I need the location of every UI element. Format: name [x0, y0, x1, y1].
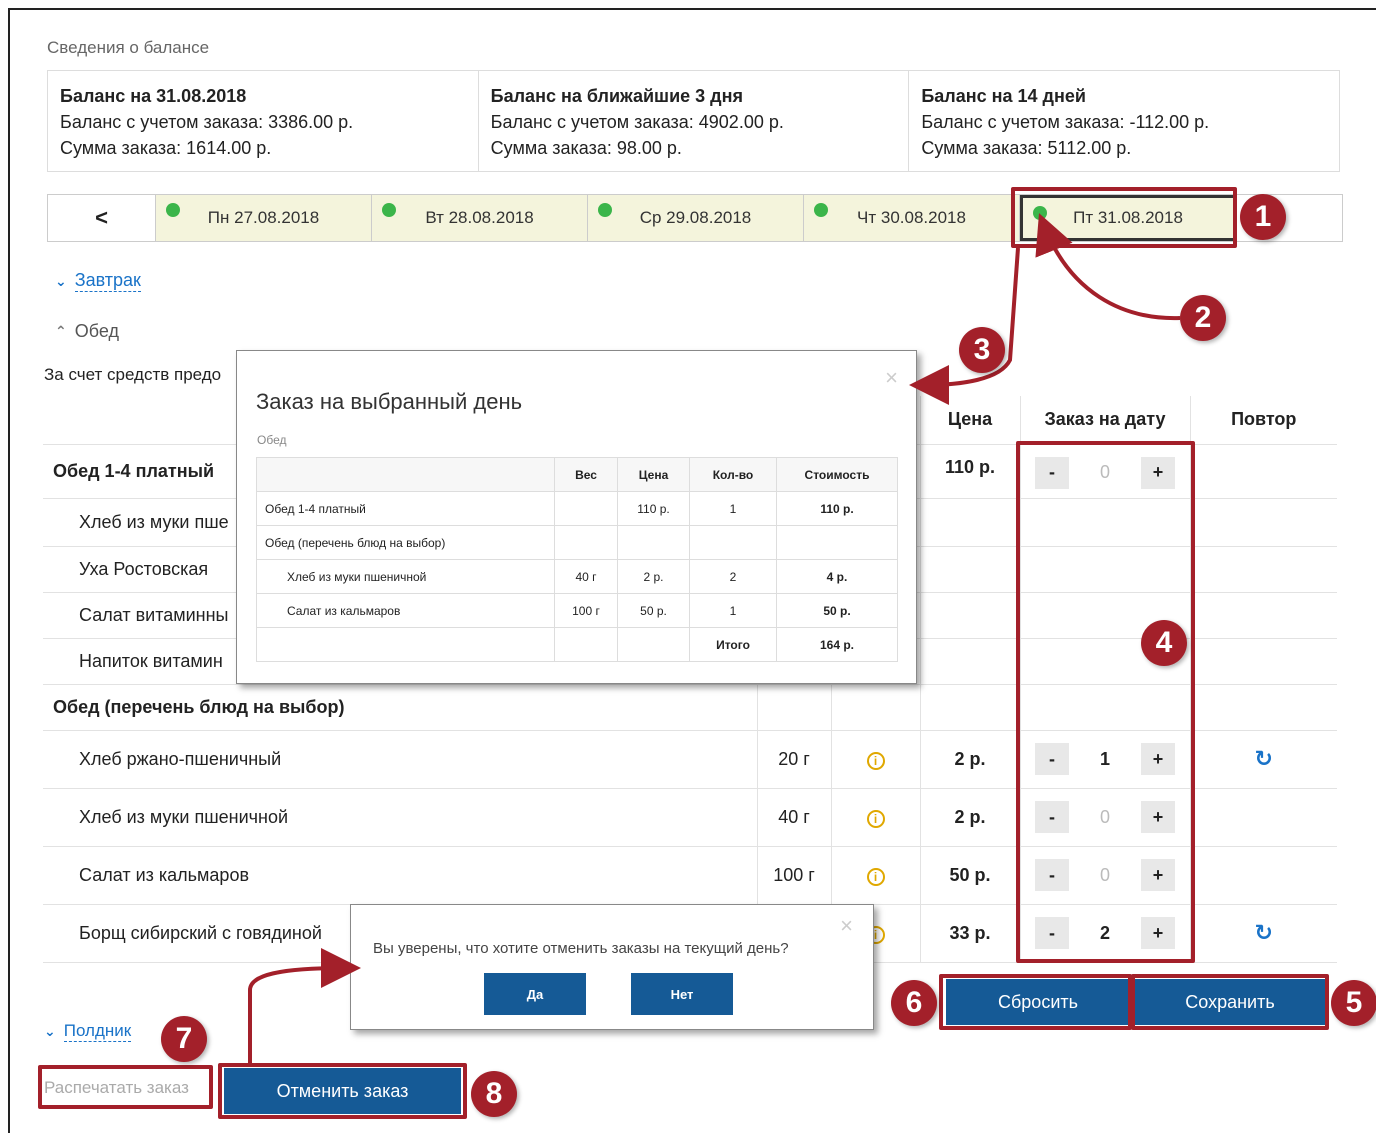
- annotation-badge-2: 2: [1180, 295, 1226, 341]
- annotation-badge-6: 6: [891, 980, 937, 1026]
- annotation-badge-4: 4: [1141, 620, 1187, 666]
- arrow-8: [248, 948, 361, 1063]
- annotation-badge-5: 5: [1331, 980, 1376, 1026]
- annotation-badge-8: 8: [471, 1071, 517, 1117]
- annotation-badge-3: 3: [959, 327, 1005, 373]
- arrow-2: [1035, 213, 1181, 321]
- annotation-arrows: [248, 213, 1181, 1063]
- annotation-badge-7: 7: [161, 1016, 207, 1062]
- annotation-badge-1: 1: [1240, 194, 1286, 240]
